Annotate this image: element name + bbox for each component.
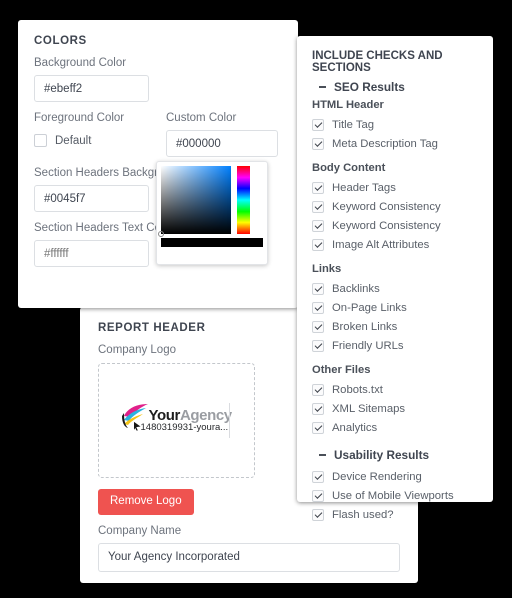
app-root: COLORS Background Color Foreground Color… bbox=[0, 0, 512, 598]
checkmark-icon bbox=[312, 508, 324, 521]
check-item-header-tags[interactable]: Header Tags bbox=[312, 178, 478, 197]
checkmark-icon bbox=[312, 421, 324, 434]
check-item-keyword-consistency-2[interactable]: Keyword Consistency bbox=[312, 216, 478, 235]
sv-selection-marker-icon bbox=[158, 231, 164, 237]
check-label: Meta Description Tag bbox=[332, 137, 438, 150]
checkmark-icon bbox=[312, 200, 324, 213]
checkbox-square-icon bbox=[34, 134, 47, 147]
section-headers-background-input[interactable] bbox=[34, 185, 149, 212]
checkmark-icon bbox=[312, 320, 324, 333]
group-heading-other-files: Other Files bbox=[312, 364, 371, 376]
checkmark-icon bbox=[312, 219, 324, 232]
custom-color-input[interactable] bbox=[166, 130, 278, 157]
colors-panel-title: COLORS bbox=[34, 35, 87, 47]
group-heading-links: Links bbox=[312, 263, 342, 275]
logo-divider bbox=[228, 402, 230, 438]
include-checks-body: INCLUDE CHECKS AND SECTIONS SEO Results … bbox=[297, 36, 493, 524]
checkmark-icon bbox=[312, 383, 324, 396]
collapse-label-seo-results: SEO Results bbox=[334, 80, 405, 94]
logo-alt-text: 1480319931-youra... bbox=[140, 421, 229, 433]
check-item-on-page-links[interactable]: On-Page Links bbox=[312, 298, 478, 317]
group-heading-body-content: Body Content bbox=[312, 162, 386, 174]
current-color-swatch bbox=[161, 238, 263, 247]
include-checks-panel: INCLUDE CHECKS AND SECTIONS SEO Results … bbox=[297, 36, 493, 521]
checkmark-icon bbox=[312, 181, 324, 194]
check-item-friendly-urls[interactable]: Friendly URLs bbox=[312, 336, 478, 355]
check-label: Backlinks bbox=[332, 282, 380, 295]
check-item-keyword-consistency-1[interactable]: Keyword Consistency bbox=[312, 197, 478, 216]
remove-logo-button[interactable]: Remove Logo bbox=[98, 489, 194, 515]
checkmark-icon bbox=[312, 301, 324, 314]
check-label: Use of Mobile Viewports bbox=[332, 489, 454, 502]
check-item-broken-links[interactable]: Broken Links bbox=[312, 317, 478, 336]
check-item-robots-txt[interactable]: Robots.txt bbox=[312, 380, 478, 399]
check-item-xml-sitemaps[interactable]: XML Sitemaps bbox=[312, 399, 478, 418]
company-logo-dropzone[interactable]: YourAgency 1480319931-youra... bbox=[98, 363, 255, 478]
checkmark-icon bbox=[312, 282, 324, 295]
check-label: Robots.txt bbox=[332, 383, 383, 396]
collapse-toggle-seo-results[interactable]: SEO Results bbox=[312, 80, 478, 94]
checkmark-icon bbox=[312, 238, 324, 251]
include-checks-title: INCLUDE CHECKS AND SECTIONS bbox=[312, 50, 443, 74]
check-label: Keyword Consistency bbox=[332, 200, 441, 213]
hue-slider[interactable] bbox=[237, 166, 250, 234]
check-label: Header Tags bbox=[332, 181, 396, 194]
check-item-backlinks[interactable]: Backlinks bbox=[312, 279, 478, 298]
custom-color-label: Custom Color bbox=[166, 112, 237, 124]
group-heading-html-header: HTML Header bbox=[312, 99, 384, 111]
company-logo-thumbnail: YourAgency 1480319931-youra... bbox=[117, 401, 237, 441]
foreground-color-label: Foreground Color bbox=[34, 112, 125, 124]
minus-icon bbox=[319, 454, 326, 456]
check-label: Title Tag bbox=[332, 118, 375, 131]
checkmark-icon bbox=[312, 339, 324, 352]
check-item-flash-used[interactable]: Flash used? bbox=[312, 505, 478, 524]
color-picker-popup[interactable] bbox=[156, 161, 268, 265]
check-label: Broken Links bbox=[332, 320, 398, 333]
check-item-meta-description-tag[interactable]: Meta Description Tag bbox=[312, 134, 478, 153]
foreground-default-label: Default bbox=[55, 134, 92, 147]
foreground-default-checkbox[interactable]: Default bbox=[34, 134, 152, 147]
check-label: Device Rendering bbox=[332, 470, 422, 483]
collapse-toggle-usability-results[interactable]: Usability Results bbox=[312, 448, 478, 462]
check-label: Friendly URLs bbox=[332, 339, 404, 352]
checkmark-icon bbox=[312, 470, 324, 483]
company-name-input[interactable] bbox=[98, 542, 400, 572]
company-name-label: Company Name bbox=[98, 524, 182, 537]
section-headers-text-input[interactable] bbox=[34, 240, 149, 267]
minus-icon bbox=[319, 86, 326, 88]
check-label: Analytics bbox=[332, 421, 378, 434]
check-item-mobile-viewports[interactable]: Use of Mobile Viewports bbox=[312, 486, 478, 505]
background-color-label: Background Color bbox=[34, 57, 127, 69]
check-item-title-tag[interactable]: Title Tag bbox=[312, 115, 478, 134]
collapse-label-usability-results: Usability Results bbox=[334, 448, 430, 462]
checkmark-icon bbox=[312, 489, 324, 502]
background-color-input[interactable] bbox=[34, 75, 149, 102]
check-label: Flash used? bbox=[332, 508, 394, 521]
checkmark-icon bbox=[312, 118, 324, 131]
check-item-device-rendering[interactable]: Device Rendering bbox=[312, 467, 478, 486]
check-label: On-Page Links bbox=[332, 301, 407, 314]
checkmark-icon bbox=[312, 402, 324, 415]
check-label: Keyword Consistency bbox=[332, 219, 441, 232]
check-label: XML Sitemaps bbox=[332, 402, 406, 415]
saturation-value-area[interactable] bbox=[158, 166, 231, 237]
check-item-analytics[interactable]: Analytics bbox=[312, 418, 478, 437]
checkmark-icon bbox=[312, 137, 324, 150]
check-label: Image Alt Attributes bbox=[332, 238, 430, 251]
check-item-image-alt-attributes[interactable]: Image Alt Attributes bbox=[312, 235, 478, 254]
